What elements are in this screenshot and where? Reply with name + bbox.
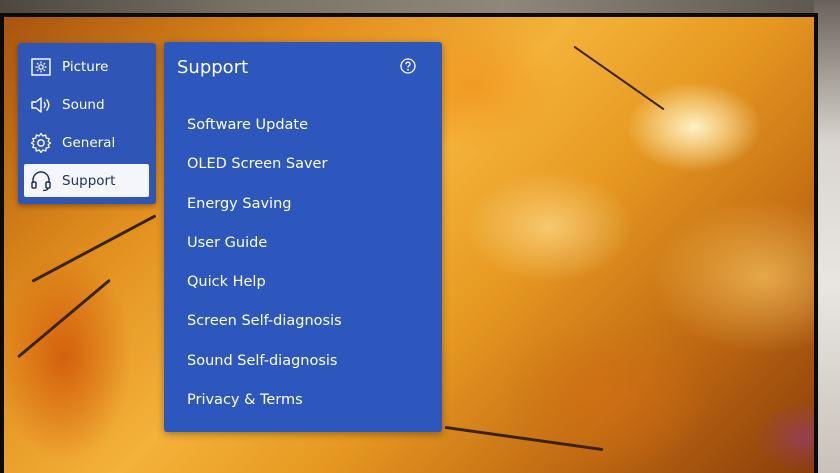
menu-item-software-update[interactable]: Software Update [187,117,308,133]
menu-item-privacy-terms[interactable]: Privacy & Terms [187,392,303,408]
nav-item-sound[interactable]: Sound [24,88,149,121]
support-submenu: Support Software Update OLED Screen Save… [164,42,442,432]
branch [573,45,665,111]
gear-icon [30,132,52,154]
menu-item-quick-help[interactable]: Quick Help [187,274,266,290]
nav-item-label: Sound [62,96,105,113]
nav-item-label: General [62,134,116,151]
branch [17,278,111,359]
menu-item-user-guide[interactable]: User Guide [187,235,267,251]
speaker-icon [30,94,52,116]
nav-item-label: Picture [62,58,109,75]
menu-item-screen-self-diagnosis[interactable]: Screen Self-diagnosis [187,313,342,329]
headset-icon [30,170,52,192]
branch [444,425,604,452]
submenu-title: Support [177,57,249,78]
menu-item-sound-self-diagnosis[interactable]: Sound Self-diagnosis [187,353,338,369]
picture-icon [30,56,52,78]
nav-item-general[interactable]: General [24,126,149,159]
question-circle-icon[interactable] [400,58,416,74]
nav-item-label: Support [62,172,116,189]
branch [31,214,157,283]
settings-category-menu: Picture Sound General Support [18,43,156,204]
nav-item-picture[interactable]: Picture [24,50,149,83]
nav-item-support[interactable]: Support [24,164,149,197]
menu-item-energy-saving[interactable]: Energy Saving [187,196,291,212]
menu-item-oled-screen-saver[interactable]: OLED Screen Saver [187,156,327,172]
